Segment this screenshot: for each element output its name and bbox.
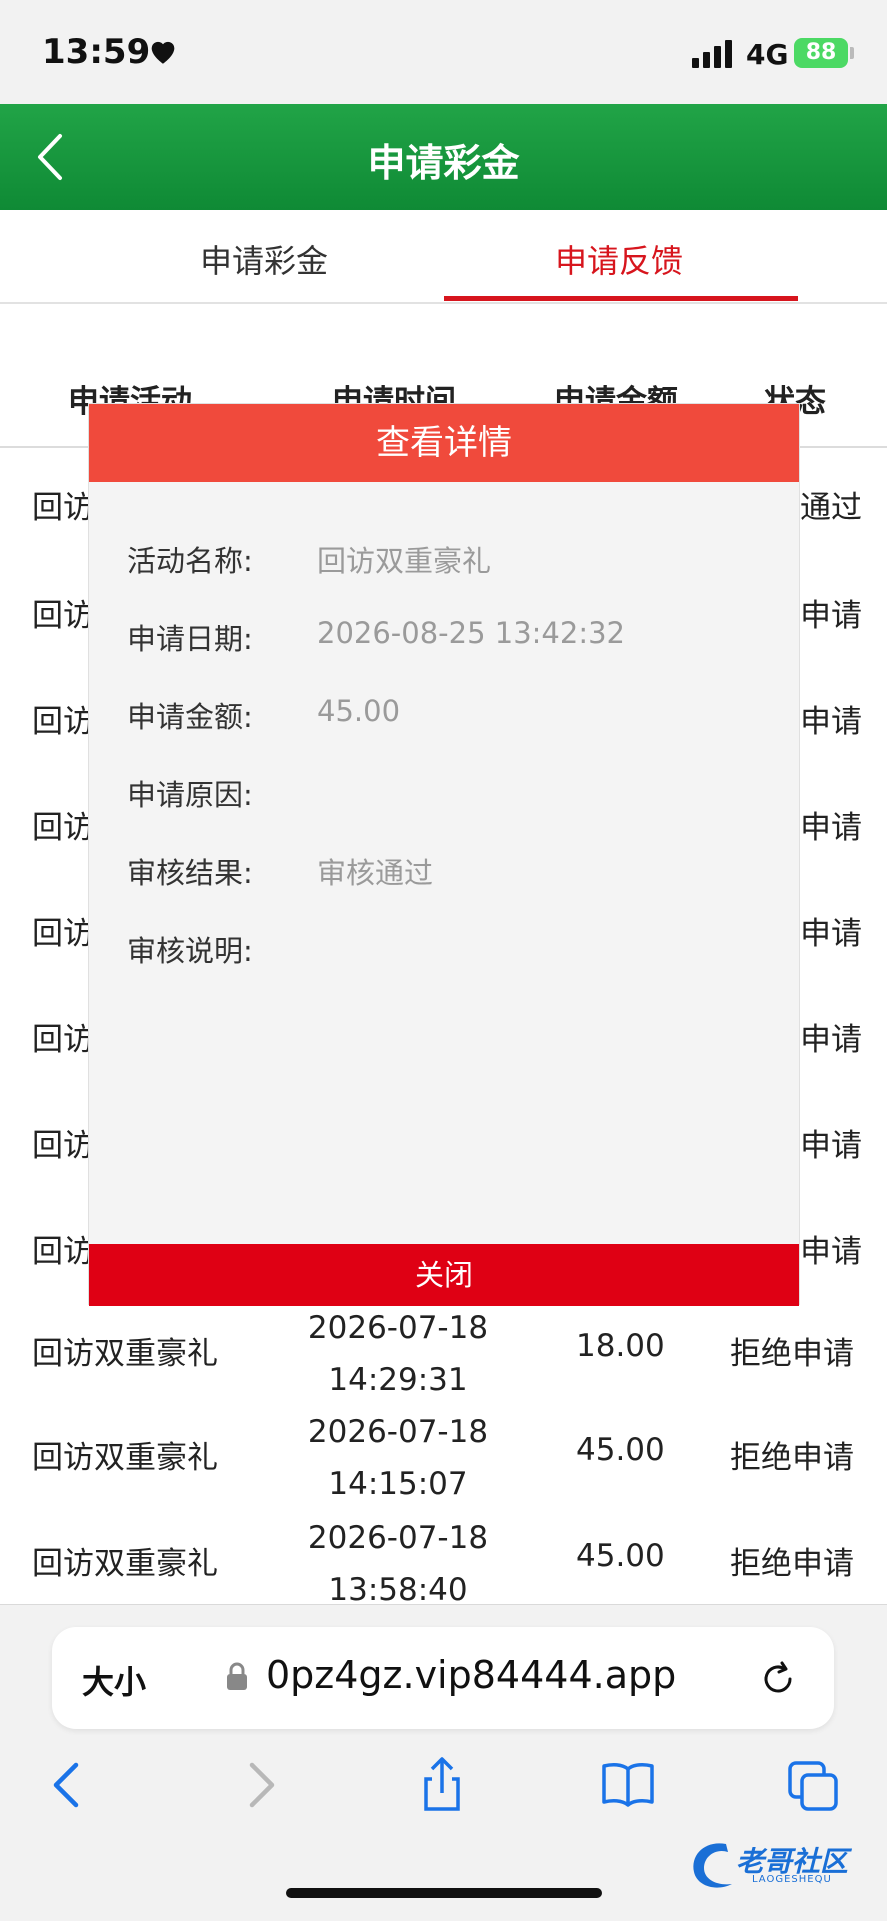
row-activity: 回访	[32, 810, 94, 846]
row-activity: 回访	[32, 1128, 94, 1164]
row-status: 拒绝申请	[730, 1546, 854, 1582]
heart-icon	[151, 41, 175, 64]
row-clock: 14:15:07	[328, 1466, 468, 1502]
table-row[interactable]: 回访双重豪礼 2026-07-18 13:58:40 45.00 拒绝申请	[0, 1504, 887, 1610]
status-time: 13:59	[42, 32, 151, 72]
watermark-subtext: LAOGESHEQU	[752, 1874, 832, 1885]
home-indicator	[286, 1888, 602, 1898]
row-status: 申请	[800, 916, 862, 952]
field-label: 审核结果:	[127, 856, 253, 890]
reload-icon[interactable]	[758, 1657, 798, 1699]
text-size-button[interactable]: 大小	[82, 1657, 146, 1703]
row-activity: 回访双重豪礼	[32, 1546, 218, 1582]
row-status: 申请	[800, 1234, 862, 1270]
tabs-icon[interactable]	[786, 1755, 842, 1815]
row-time: 2026-07-18 14:15:07	[300, 1406, 496, 1510]
row-activity: 回访双重豪礼	[32, 1336, 218, 1372]
forward-icon[interactable]	[232, 1755, 288, 1815]
lock-icon	[227, 1662, 247, 1690]
address-bar[interactable]: 大小 0pz4gz.vip84444.app	[52, 1627, 834, 1729]
field-label: 申请日期:	[127, 622, 253, 656]
row-activity: 回访	[32, 1234, 94, 1270]
back-icon[interactable]	[40, 1755, 96, 1815]
field-label: 活动名称:	[127, 544, 253, 578]
table-row[interactable]: 回访双重豪礼 2026-07-18 14:29:31 18.00 拒绝申请	[0, 1294, 887, 1400]
field-value: 审核通过	[317, 856, 434, 890]
row-activity: 回访	[32, 598, 94, 634]
bookmarks-icon[interactable]	[600, 1755, 656, 1815]
row-time: 2026-07-18 14:29:31	[300, 1302, 496, 1406]
row-activity: 回访	[32, 704, 94, 740]
url-text[interactable]: 0pz4gz.vip84444.app	[266, 1653, 676, 1697]
row-status: 通过	[800, 490, 862, 526]
detail-modal: 查看详情 活动名称: 回访双重豪礼 申请日期: 2026-08-25 13:42…	[89, 404, 799, 1306]
field-label: 审核说明:	[127, 934, 253, 968]
share-icon[interactable]	[414, 1755, 470, 1815]
row-status: 拒绝申请	[730, 1336, 854, 1372]
row-activity: 回访双重豪礼	[32, 1440, 218, 1476]
close-button[interactable]: 关闭	[89, 1244, 799, 1306]
status-bar: 13:59 4G 88	[0, 0, 887, 104]
signal-icon	[692, 40, 732, 68]
network-type: 4G	[746, 38, 789, 71]
field-value: 45.00	[317, 694, 401, 728]
field-label: 申请金额:	[127, 700, 253, 734]
row-activity: 回访	[32, 1022, 94, 1058]
active-tab-indicator	[444, 296, 798, 301]
tab-apply-bonus[interactable]: 申请彩金	[200, 236, 328, 282]
row-amount: 18.00	[576, 1328, 665, 1364]
row-status: 申请	[800, 598, 862, 634]
row-activity: 回访	[32, 490, 94, 526]
tab-bar: 申请彩金 申请反馈	[0, 210, 887, 304]
field-label: 申请原因:	[127, 778, 253, 812]
row-status: 申请	[800, 810, 862, 846]
row-activity: 回访	[32, 916, 94, 952]
row-status: 申请	[800, 1128, 862, 1164]
row-date: 2026-07-18	[307, 1310, 489, 1346]
row-status: 申请	[800, 1022, 862, 1058]
row-date: 2026-07-18	[307, 1520, 489, 1556]
field-value: 回访双重豪礼	[317, 544, 492, 578]
row-date: 2026-07-18	[307, 1414, 489, 1450]
app-header: 申请彩金	[0, 104, 887, 210]
page-title: 申请彩金	[367, 141, 520, 185]
row-amount: 45.00	[576, 1538, 665, 1574]
row-amount: 45.00	[576, 1432, 665, 1468]
row-status: 申请	[800, 704, 862, 740]
row-status: 拒绝申请	[730, 1440, 854, 1476]
dragon-logo-icon	[693, 1843, 732, 1888]
battery-icon: 88	[794, 38, 848, 68]
modal-title: 查看详情	[89, 404, 799, 482]
field-value: 2026-08-25 13:42:32	[317, 616, 625, 650]
tab-apply-feedback[interactable]: 申请反馈	[555, 236, 683, 282]
watermark-logo: 老哥社区 LAOGESHEQU	[686, 1836, 876, 1896]
row-time: 2026-07-18 13:58:40	[300, 1512, 496, 1616]
battery-tip	[850, 47, 854, 59]
table-row[interactable]: 回访双重豪礼 2026-07-18 14:15:07 45.00 拒绝申请	[0, 1398, 887, 1504]
